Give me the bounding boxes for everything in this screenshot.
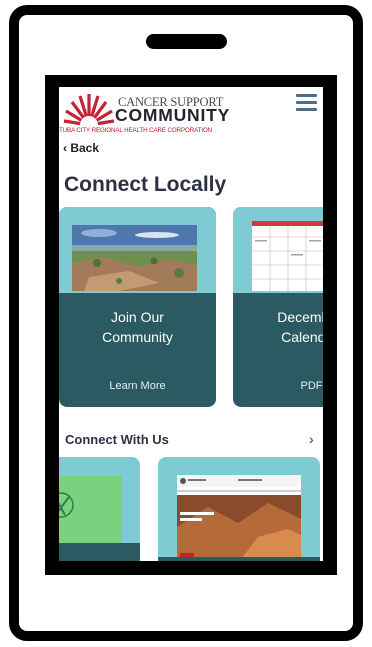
desert-landscape-image — [72, 225, 197, 291]
phone-speaker — [146, 34, 227, 49]
section-title: Connect With Us — [65, 432, 169, 447]
calendar-document-image — [252, 221, 323, 291]
sunburst-logo-icon — [63, 94, 115, 127]
hamburger-menu-button[interactable] — [294, 92, 318, 112]
connect-card[interactable] — [59, 457, 140, 561]
logo-line-2: COMMUNITY — [115, 105, 231, 125]
card-image-frame — [233, 207, 323, 293]
pdf-link[interactable]: PDF — [233, 380, 323, 392]
logo-subtitle: TUBA CITY REGIONAL HEALTH CARE CORPORATI… — [59, 127, 213, 134]
card-title: Join Our Community — [59, 307, 216, 347]
card-title-text: Join Our Community — [102, 309, 173, 345]
menu-bar-icon — [296, 108, 317, 111]
page-title: Connect Locally — [64, 173, 227, 196]
map-image — [59, 476, 140, 561]
card-title: December Calendar — [233, 307, 323, 347]
app-screen: CANCER SUPPORT COMMUNITY TUBA CITY REGIO… — [59, 87, 323, 561]
brand-logo[interactable]: CANCER SUPPORT COMMUNITY TUBA CITY REGIO… — [59, 92, 259, 134]
menu-bar-icon — [296, 94, 317, 97]
card-image-frame — [59, 207, 216, 293]
chevron-right-icon[interactable]: › — [309, 431, 314, 447]
learn-more-link[interactable]: Learn More — [59, 380, 216, 392]
connect-card[interactable] — [158, 457, 320, 561]
card-december-calendar[interactable]: December Calendar PDF — [233, 207, 323, 407]
card-join-community[interactable]: Join Our Community Learn More — [59, 207, 216, 407]
website-screenshot-image — [158, 475, 320, 561]
card-title-text: December Calendar — [277, 309, 323, 345]
menu-bar-icon — [296, 101, 317, 104]
back-label: Back — [70, 141, 100, 155]
back-link[interactable]: ‹ Back — [63, 141, 99, 155]
